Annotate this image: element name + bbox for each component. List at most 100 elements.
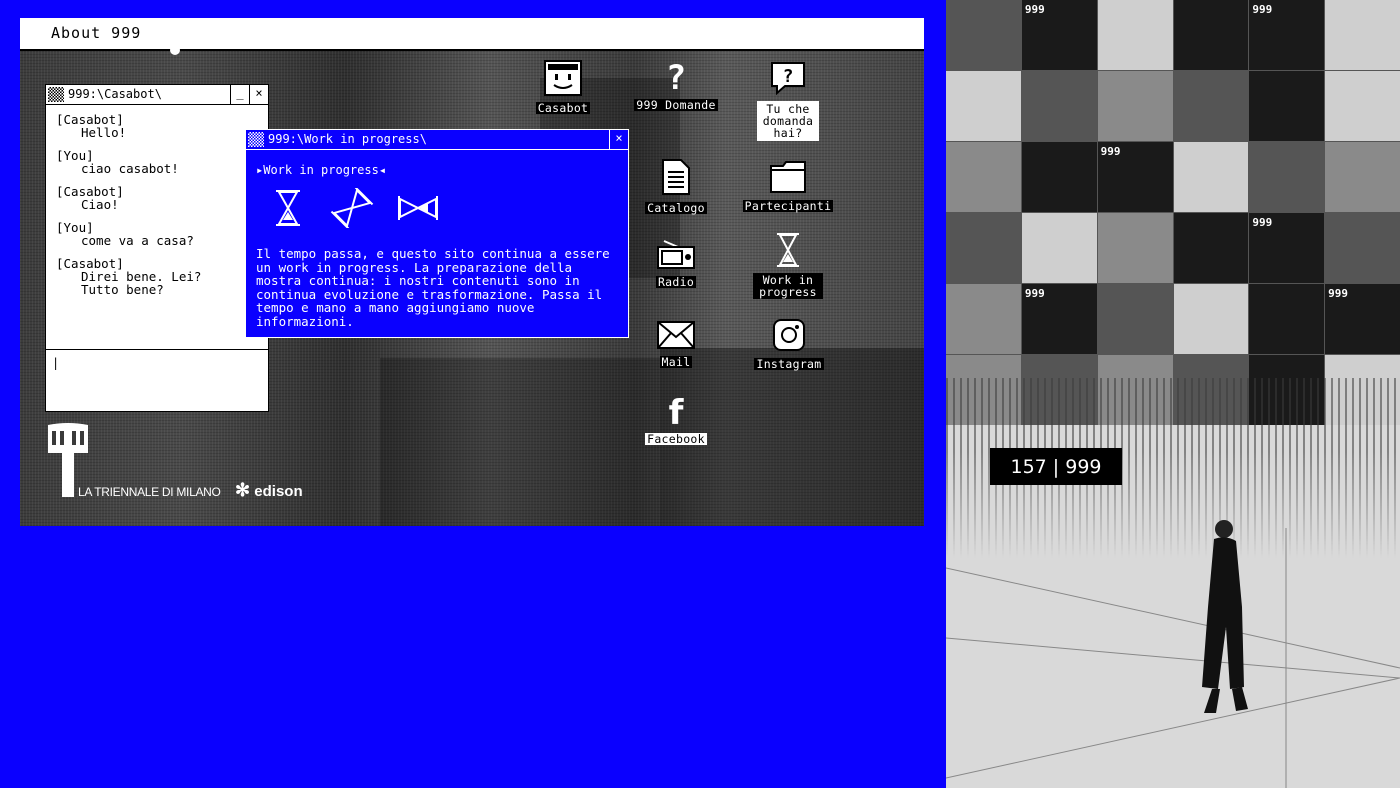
tile-title: 999 bbox=[1328, 287, 1349, 300]
desktop-icon-casabot[interactable]: Casabot bbox=[533, 60, 593, 115]
chat-message: [Casabot] Hello! bbox=[56, 113, 258, 139]
icon-label: Instagram bbox=[754, 357, 824, 371]
chat-text: come va a casa? bbox=[81, 233, 194, 248]
tile-title: 999 bbox=[1024, 287, 1045, 300]
wip-titlebar[interactable]: 999:\Work in progress\ × bbox=[246, 130, 628, 150]
casabot-window[interactable]: 999:\Casabot\ _ × [Casabot] Hello! [You]… bbox=[45, 84, 269, 412]
grid-tile bbox=[1325, 213, 1400, 283]
hourglass-tilted-icon bbox=[330, 188, 374, 228]
edison-mark-icon: ✻ bbox=[235, 480, 251, 500]
grid-tile: 999 bbox=[1249, 213, 1325, 283]
tile-title: 999 bbox=[1100, 145, 1121, 158]
grid-tile bbox=[1325, 142, 1400, 212]
icon-label: Mail bbox=[659, 355, 693, 369]
grid-tile: 999 bbox=[1325, 284, 1400, 354]
desktop: About 999 999:\Casabot\ _ × [Casabot] He… bbox=[20, 18, 924, 526]
radio-icon bbox=[657, 240, 695, 269]
grid-tile bbox=[1173, 284, 1249, 354]
about-menu[interactable]: About 999 bbox=[51, 24, 141, 42]
icon-label: Catalogo bbox=[645, 201, 707, 215]
desktop-icon-catalogo[interactable]: Catalogo bbox=[640, 158, 712, 215]
right-promo-panel: 999 999 999 999 999 999 157 | 999 bbox=[946, 0, 1400, 788]
grid-tile bbox=[1249, 142, 1325, 212]
grid-tile: 999 bbox=[1021, 284, 1097, 354]
chat-text: Ciao! bbox=[81, 197, 119, 212]
grid-tile bbox=[1173, 142, 1249, 212]
casabot-titlebar[interactable]: 999:\Casabot\ _ × bbox=[46, 85, 268, 105]
hourglass-animation bbox=[268, 188, 440, 228]
chat-message: [Casabot] Direi bene. Lei? Tutto bene? bbox=[56, 257, 258, 296]
menu-notch bbox=[170, 45, 180, 55]
grid-tile bbox=[1173, 213, 1249, 283]
wip-body-text: Il tempo passa, e questo sito continua a… bbox=[256, 246, 610, 329]
close-button[interactable]: × bbox=[249, 85, 268, 104]
desktop-icon-mail[interactable]: Mail bbox=[644, 320, 708, 369]
facebook-icon: f bbox=[668, 393, 684, 433]
grid-tile bbox=[1021, 71, 1097, 141]
grid-tile: 999 bbox=[1249, 0, 1325, 70]
desktop-icon-tu-che-domanda[interactable]: ? Tu che domanda hai? bbox=[740, 60, 836, 141]
icon-label: Work in progress bbox=[753, 273, 823, 299]
icon-label: Casabot bbox=[535, 101, 591, 115]
grid-tile bbox=[946, 0, 1021, 70]
grid-tile bbox=[1249, 284, 1325, 354]
grid-tile bbox=[1249, 71, 1325, 141]
svg-text:?: ? bbox=[783, 66, 794, 87]
speech-bubble-question-icon: ? bbox=[771, 62, 805, 96]
grid-tile bbox=[1097, 213, 1173, 283]
grid-tile bbox=[946, 213, 1021, 283]
desktop-icon-work-in-progress[interactable]: Work in progress bbox=[744, 232, 832, 299]
chat-text: Direi bene. Lei? Tutto bene? bbox=[81, 269, 202, 297]
desktop-icon-999-domande[interactable]: ? 999 Domande bbox=[630, 60, 722, 112]
chat-input[interactable]: | bbox=[46, 349, 268, 411]
desktop-icon-partecipanti[interactable]: Partecipanti bbox=[738, 160, 838, 213]
edison-logo-text: edison bbox=[254, 483, 303, 500]
window-pattern-icon bbox=[48, 87, 64, 102]
grid-tile bbox=[946, 284, 1021, 354]
desktop-icon-facebook[interactable]: f Facebook bbox=[640, 396, 712, 446]
close-button[interactable]: × bbox=[609, 130, 628, 149]
icon-label: Partecipanti bbox=[742, 199, 834, 213]
desktop-icon-instagram[interactable]: Instagram bbox=[748, 318, 830, 371]
chat-message: [You] ciao casabot! bbox=[56, 149, 258, 175]
edison-logo: ✻ edison bbox=[235, 480, 303, 501]
top-menu-bar: About 999 bbox=[20, 18, 924, 55]
icon-label: 999 Domande bbox=[634, 98, 718, 112]
grid-tile: 999 bbox=[1021, 0, 1097, 70]
screenshot-grid: 999 999 999 999 999 999 bbox=[946, 0, 1400, 425]
folder-icon bbox=[770, 161, 806, 193]
desktop-icon-radio[interactable]: Radio bbox=[644, 240, 708, 289]
window-pattern-icon bbox=[248, 132, 264, 147]
hourglass-icon bbox=[777, 233, 799, 267]
grid-tile bbox=[946, 142, 1021, 212]
floor-grid bbox=[946, 528, 1400, 788]
chat-message: [You] come va a casa? bbox=[56, 221, 258, 247]
document-icon bbox=[662, 159, 690, 195]
minimize-button[interactable]: _ bbox=[230, 85, 249, 104]
grid-tile bbox=[1021, 142, 1097, 212]
casabot-window-title: 999:\Casabot\ bbox=[68, 87, 162, 101]
background-photo-block bbox=[380, 358, 660, 526]
tile-title: 999 bbox=[1024, 3, 1045, 16]
wip-window-title: 999:\Work in progress\ bbox=[268, 132, 427, 146]
walking-person-figure bbox=[1202, 520, 1248, 713]
grid-tile bbox=[1097, 284, 1173, 354]
chat-text: Hello! bbox=[81, 125, 127, 140]
chat-message: [Casabot] Ciao! bbox=[56, 185, 258, 211]
instagram-icon bbox=[773, 319, 805, 351]
question-mark-icon: ? bbox=[665, 58, 687, 98]
icon-label: Radio bbox=[655, 275, 697, 289]
grid-tile bbox=[1173, 0, 1249, 70]
grid-tile bbox=[1097, 0, 1173, 70]
grid-tile: 999 bbox=[1097, 142, 1173, 212]
grid-tile bbox=[1325, 0, 1400, 70]
chat-log: [Casabot] Hello! [You] ciao casabot! [Ca… bbox=[46, 105, 268, 351]
wip-heading: ▸Work in progress◂ bbox=[256, 163, 387, 177]
chat-text: ciao casabot! bbox=[81, 161, 179, 176]
icon-label: Tu che domanda hai? bbox=[756, 101, 820, 141]
triennale-logo-text: LA TRIENNALE DI MILANO bbox=[78, 485, 221, 499]
grid-tile bbox=[1021, 213, 1097, 283]
grid-tile bbox=[1097, 71, 1173, 141]
hourglass-icon bbox=[276, 190, 300, 226]
work-in-progress-window[interactable]: 999:\Work in progress\ × ▸Work in progre… bbox=[245, 129, 629, 338]
